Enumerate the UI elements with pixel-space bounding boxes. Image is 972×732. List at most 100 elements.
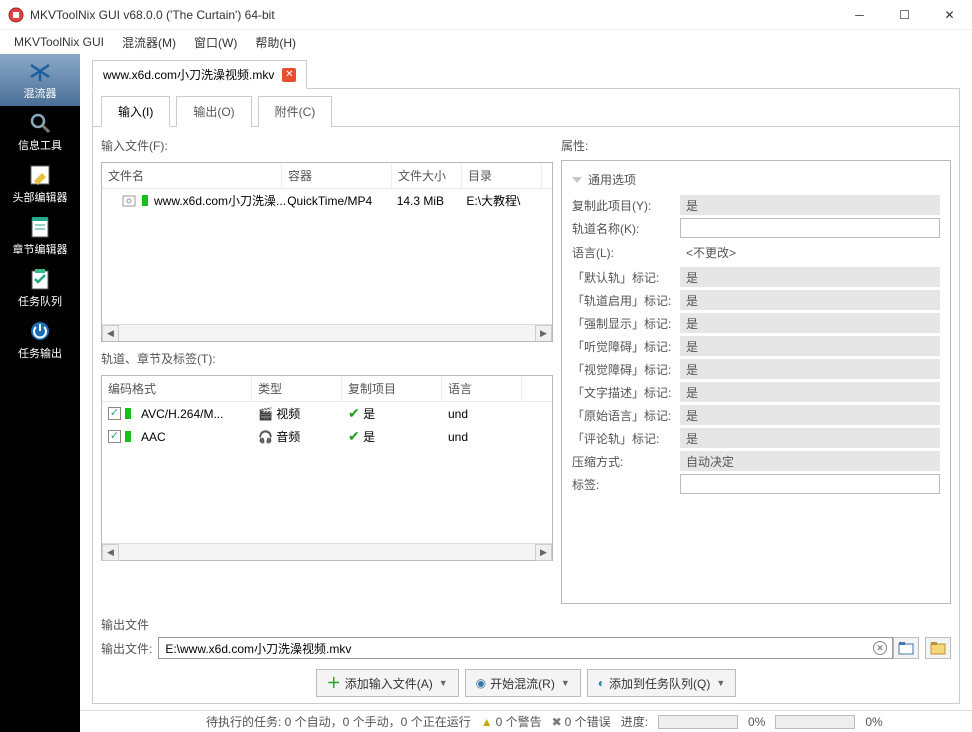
col-container[interactable]: 容器: [282, 163, 392, 188]
start-mux-button[interactable]: ◉开始混流(R)▼: [465, 669, 581, 697]
warning-icon: ▲: [481, 715, 493, 729]
copy-select[interactable]: 是: [680, 195, 940, 215]
file-tab-label: www.x6d.com小刀洗澡视频.mkv: [103, 66, 274, 83]
textdesc-select[interactable]: 是: [680, 382, 940, 402]
enabled-select[interactable]: 是: [680, 290, 940, 310]
properties-label: 属性:: [561, 135, 951, 156]
col-dir[interactable]: 目录: [462, 163, 542, 188]
output-icon: [28, 319, 52, 343]
expand-icon: [572, 177, 582, 183]
plus-icon: ＋: [327, 673, 341, 693]
sidebar-item-muxer[interactable]: 混流器: [0, 54, 80, 106]
file-tab-row: www.x6d.com小刀洗澡视频.mkv ✕: [80, 54, 972, 88]
file-icon: [122, 195, 138, 207]
status-bar-icon: [142, 195, 148, 206]
properties-panel: 通用选项 复制此项目(Y):是 轨道名称(K): 语言(L):<不更改> 「默认…: [561, 160, 951, 604]
sidebar: 混流器 信息工具 头部编辑器 章节编辑器 任务队列 任务输出: [0, 54, 80, 732]
col-type[interactable]: 类型: [252, 376, 342, 401]
sidebar-item-info[interactable]: 信息工具: [0, 106, 80, 158]
output-section-label: 输出文件: [101, 612, 951, 637]
action-bar: ＋添加输入文件(A)▼ ◉开始混流(R)▼ ◐添加到任务队列(Q)▼: [93, 665, 959, 703]
menu-window[interactable]: 窗口(W): [186, 31, 245, 54]
compression-select[interactable]: 自动决定: [680, 451, 940, 471]
hearing-select[interactable]: 是: [680, 336, 940, 356]
col-copy[interactable]: 复制项目: [342, 376, 442, 401]
error-icon: ✖: [552, 715, 562, 729]
add-input-button[interactable]: ＋添加输入文件(A)▼: [316, 669, 459, 697]
output-file-label: 输出文件:: [101, 640, 152, 657]
output-path-input[interactable]: [158, 637, 893, 659]
tab-attachments[interactable]: 附件(C): [258, 96, 333, 127]
sidebar-item-header-editor[interactable]: 头部编辑器: [0, 158, 80, 210]
trackname-input[interactable]: [680, 218, 940, 238]
sidebar-item-chapter-editor[interactable]: 章节编辑器: [0, 210, 80, 262]
checkbox[interactable]: ✓: [108, 407, 121, 420]
tags-input[interactable]: [680, 474, 940, 494]
scroll-left-icon[interactable]: ◀: [102, 325, 119, 342]
browse-file-button[interactable]: [893, 637, 919, 659]
play-icon: ◉: [476, 676, 486, 690]
h-scrollbar[interactable]: ◀ ▶: [102, 324, 552, 341]
forced-select[interactable]: 是: [680, 313, 940, 333]
sidebar-item-job-queue[interactable]: 任务队列: [0, 262, 80, 314]
warnings-status[interactable]: ▲0 个警告: [481, 713, 542, 730]
col-size[interactable]: 文件大小: [392, 163, 462, 188]
h-scrollbar[interactable]: ◀ ▶: [102, 543, 552, 560]
input-files-list[interactable]: 文件名 容器 文件大小 目录 www.x6d.com小刀洗澡... Quic: [101, 162, 553, 342]
scroll-right-icon[interactable]: ▶: [535, 325, 552, 342]
menu-mux[interactable]: 混流器(M): [114, 31, 184, 54]
tab-output[interactable]: 输出(O): [176, 96, 251, 127]
recent-button[interactable]: [925, 637, 951, 659]
col-lang[interactable]: 语言: [442, 376, 522, 401]
muxer-icon: [28, 59, 52, 83]
track-row[interactable]: ✓AAC 🎧 音频 ✔ 是 und: [102, 425, 552, 448]
sidebar-item-job-output[interactable]: 任务输出: [0, 314, 80, 366]
maximize-button[interactable]: ☐: [882, 0, 927, 29]
errors-status[interactable]: ✖0 个错误: [552, 713, 611, 730]
lang-value[interactable]: <不更改>: [680, 241, 940, 264]
visual-select[interactable]: 是: [680, 359, 940, 379]
jobs-status: 待执行的任务: 0 个自动，0 个手动，0 个正在运行: [206, 713, 471, 730]
app-icon: [8, 7, 24, 23]
menubar: MKVToolNix GUI 混流器(M) 窗口(W) 帮助(H): [0, 30, 972, 54]
prop-group-header[interactable]: 通用选项: [572, 167, 940, 192]
progress-pct-1: 0%: [748, 715, 765, 729]
chevron-down-icon: ▼: [439, 678, 448, 688]
file-tab[interactable]: www.x6d.com小刀洗澡视频.mkv ✕: [92, 60, 307, 89]
progress-bar-2: [775, 715, 855, 729]
menu-app[interactable]: MKVToolNix GUI: [6, 32, 112, 52]
add-queue-button[interactable]: ◐添加到任务队列(Q)▼: [587, 669, 737, 697]
chevron-down-icon: ▼: [716, 678, 725, 688]
clear-icon[interactable]: ✕: [873, 641, 887, 655]
edit-icon: [28, 163, 52, 187]
scroll-left-icon[interactable]: ◀: [102, 544, 119, 561]
menu-help[interactable]: 帮助(H): [247, 31, 304, 54]
file-row[interactable]: www.x6d.com小刀洗澡... QuickTime/MP4 14.3 Mi…: [102, 189, 552, 212]
checkbox[interactable]: ✓: [108, 430, 121, 443]
sub-tabs: 输入(I) 输出(O) 附件(C): [93, 95, 959, 127]
minimize-button[interactable]: ─: [837, 0, 882, 29]
chapter-icon: [28, 215, 52, 239]
audio-icon: 🎧: [258, 430, 273, 444]
close-button[interactable]: ✕: [927, 0, 972, 29]
default-select[interactable]: 是: [680, 267, 940, 287]
progress-bar-1: [658, 715, 738, 729]
col-filename[interactable]: 文件名: [102, 163, 282, 188]
progress-pct-2: 0%: [865, 715, 882, 729]
tab-input[interactable]: 输入(I): [101, 96, 170, 127]
input-files-label: 输入文件(F):: [101, 135, 553, 156]
tracks-label: 轨道、章节及标签(T):: [101, 348, 553, 369]
track-row[interactable]: ✓AVC/H.264/M... 🎬 视频 ✔ 是 und: [102, 402, 552, 425]
queue-add-icon: ◐: [598, 676, 605, 690]
close-icon[interactable]: ✕: [282, 68, 296, 82]
scroll-right-icon[interactable]: ▶: [535, 544, 552, 561]
commentary-select[interactable]: 是: [680, 428, 940, 448]
video-icon: 🎬: [258, 407, 273, 421]
col-codec[interactable]: 编码格式: [102, 376, 252, 401]
status-bar-icon: [125, 408, 131, 419]
statusbar: 待执行的任务: 0 个自动，0 个手动，0 个正在运行 ▲0 个警告 ✖0 个错…: [80, 710, 972, 732]
check-icon: ✔: [348, 405, 360, 421]
original-select[interactable]: 是: [680, 405, 940, 425]
tracks-list[interactable]: 编码格式 类型 复制项目 语言 ✓AVC/H.264/M... 🎬 视频 ✔ 是…: [101, 375, 553, 561]
window-title: MKVToolNix GUI v68.0.0 ('The Curtain') 6…: [30, 8, 837, 22]
